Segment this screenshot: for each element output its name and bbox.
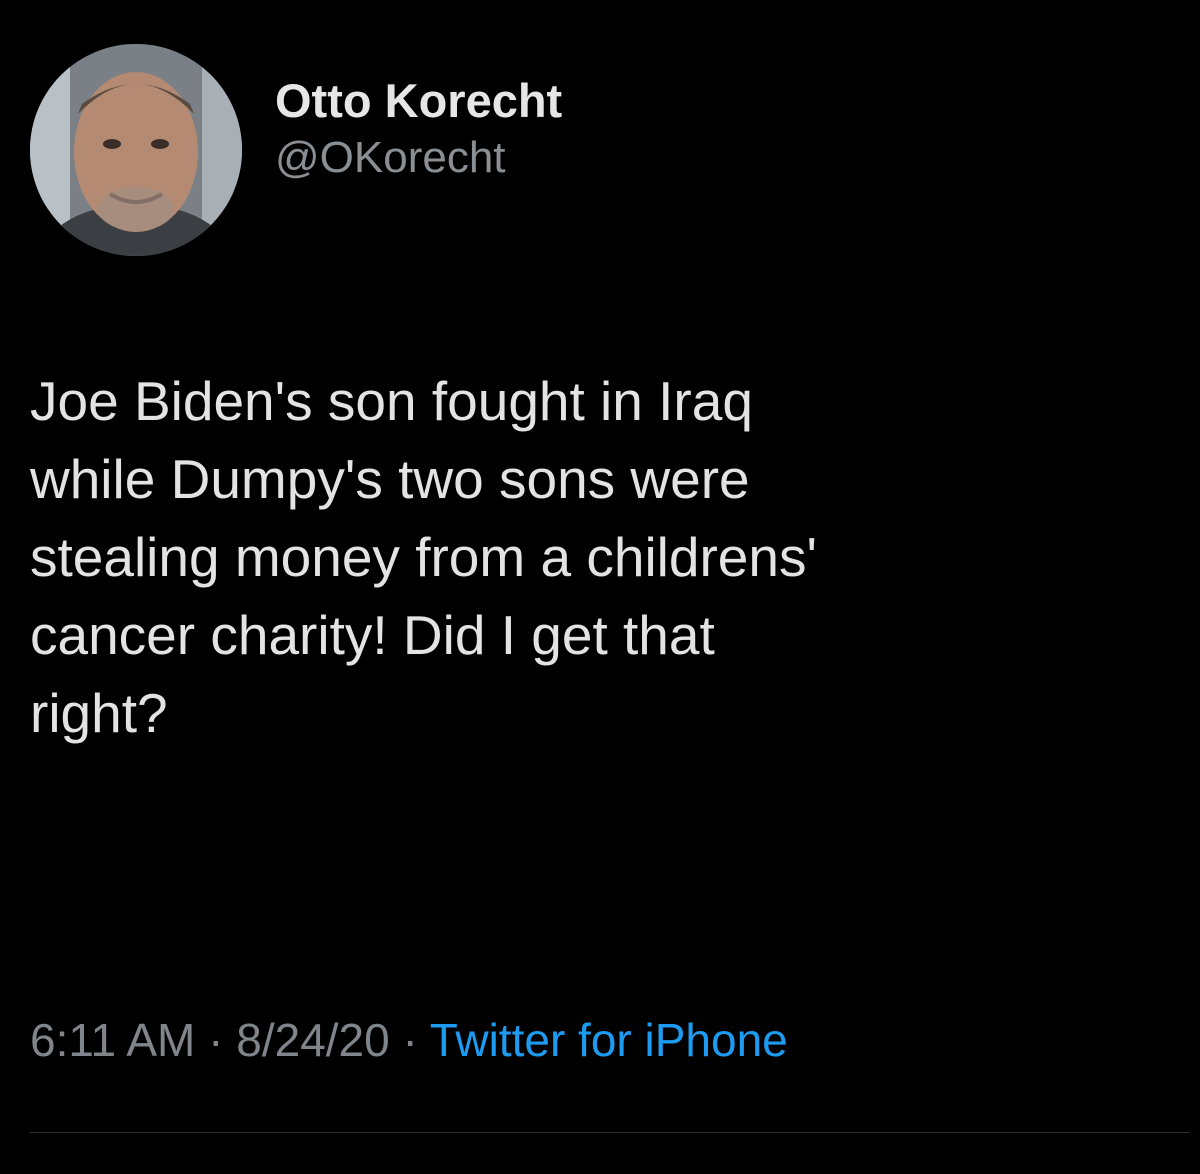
tweet-text-line: Joe Biden's son fought in Iraq: [30, 370, 753, 432]
tweet-text: Joe Biden's son fought in Iraq while Dum…: [30, 362, 1150, 752]
tweet-text-line: stealing money from a childrens': [30, 526, 817, 588]
tweet-text-line: right?: [30, 682, 168, 744]
tweet-date[interactable]: 8/24/20: [236, 1014, 389, 1066]
author-block: Otto Korecht @OKorecht: [275, 72, 562, 186]
divider: [30, 1132, 1190, 1133]
tweet-meta: 6:11 AM · 8/24/20 · Twitter for iPhone: [30, 1010, 788, 1070]
avatar-photo: [30, 44, 242, 256]
tweet-text-line: cancer charity! Did I get that: [30, 604, 715, 666]
tweet-time[interactable]: 6:11 AM: [30, 1014, 195, 1066]
meta-separator: ·: [208, 1014, 224, 1066]
author-handle[interactable]: @OKorecht: [275, 130, 562, 186]
tweet-text-line: while Dumpy's two sons were: [30, 448, 750, 510]
tweet-source-link[interactable]: Twitter for iPhone: [430, 1014, 788, 1066]
tweet-card: Otto Korecht @OKorecht Joe Biden's son f…: [0, 0, 1200, 1174]
avatar[interactable]: [30, 44, 242, 256]
author-display-name[interactable]: Otto Korecht: [275, 72, 562, 130]
meta-separator: ·: [402, 1014, 418, 1066]
